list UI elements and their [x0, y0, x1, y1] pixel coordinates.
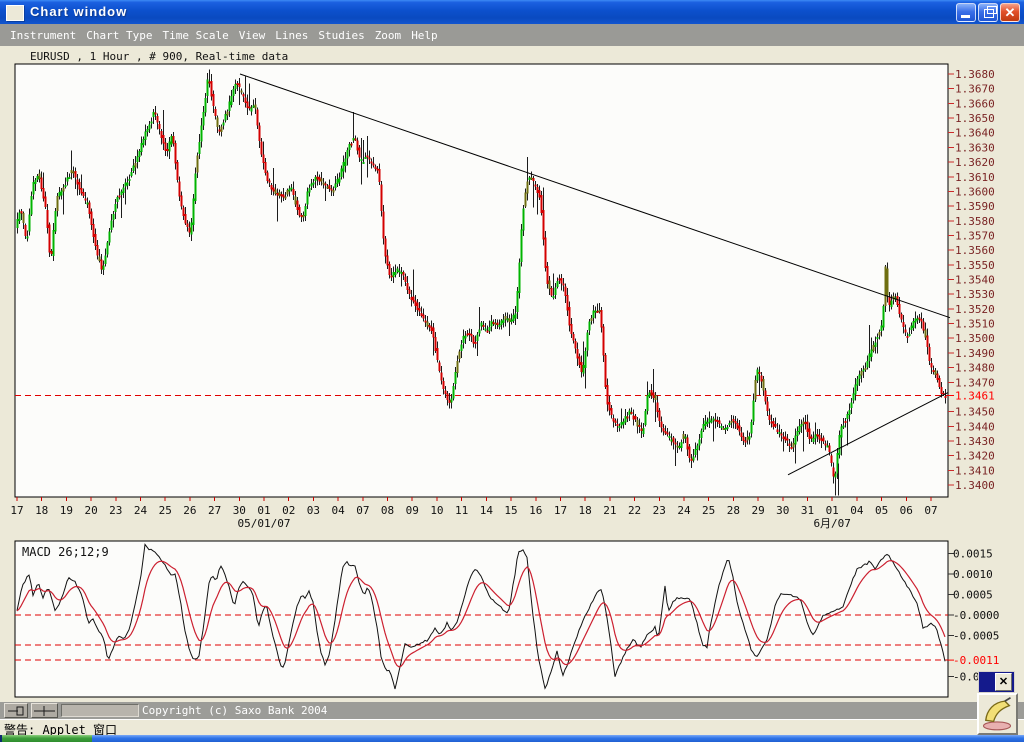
date-tick-label: 07 — [924, 504, 937, 517]
date-tick-label: 18 — [579, 504, 592, 517]
date-tick-label: 25 — [702, 504, 715, 517]
price-tick-label: 1.3510 — [955, 318, 995, 331]
date-tick-label: 19 — [60, 504, 73, 517]
macd-tick-label: -0.0000 — [953, 609, 999, 622]
date-tick-label: 25 — [159, 504, 172, 517]
date-tick-label: 24 — [134, 504, 148, 517]
scrollbar-track[interactable] — [61, 704, 139, 717]
date-tick-label: 26 — [183, 504, 196, 517]
date-tick-label: 23 — [109, 504, 122, 517]
scroll-row: Copyright (c) Saxo Bank 2004 — [0, 702, 1024, 719]
date-tick-label: 04 — [850, 504, 864, 517]
date-tick-label: 22 — [628, 504, 641, 517]
date-tick-label: 24 — [677, 504, 691, 517]
price-tick-label: 1.3450 — [955, 406, 995, 419]
price-tick-label: 1.3520 — [955, 303, 995, 316]
price-tick-label: 1.3570 — [955, 229, 995, 242]
date-tick-label: 11 — [455, 504, 468, 517]
price-tick-label: 1.3670 — [955, 83, 995, 96]
price-tick-label: 1.3540 — [955, 274, 995, 287]
macd-tick-label: 0.0015 — [953, 548, 993, 561]
price-tick-label: 1.3580 — [955, 215, 995, 228]
applet-close-button[interactable]: ✕ — [995, 673, 1012, 691]
date-tick-label: 05 — [875, 504, 888, 517]
price-tick-label: 1.3550 — [955, 259, 995, 272]
date-tick-label: 31 — [801, 504, 814, 517]
date-tick-label: 18 — [35, 504, 48, 517]
date-tick-label: 29 — [751, 504, 764, 517]
macd-tick-label: -0.0005 — [953, 630, 999, 643]
price-tick-label: 1.3630 — [955, 141, 995, 154]
price-tick-label: 1.3500 — [955, 332, 995, 345]
date-tick-label: 02 — [282, 504, 295, 517]
date-tick-label: 06 — [900, 504, 913, 517]
price-tick-label: 1.3440 — [955, 420, 995, 433]
taskbar-fragment — [92, 735, 1024, 742]
date-tick-label: 17 — [10, 504, 23, 517]
date-tick-label: 14 — [480, 504, 494, 517]
date-tick-label: 20 — [84, 504, 97, 517]
date-tick-label: 28 — [727, 504, 740, 517]
date-tick-label: 03 — [307, 504, 320, 517]
price-axis: 1.3680 1.36701.3660 1.3650 1.36401.3630 1.36… — [948, 68, 995, 492]
chart-canvas[interactable]: 1.3680 1.36701.3660 1.3650 1.36401.3630 1.36… — [0, 0, 1024, 742]
macd-study-label: MACD 26;12;9 — [22, 545, 109, 559]
period-label: 05/01/07 — [238, 517, 291, 530]
price-tick-label: 1.3600 — [955, 185, 995, 198]
period-label: 6月/07 — [813, 517, 851, 530]
price-tick-label: 1.3410 — [955, 464, 995, 477]
price-tick-label: 1.3560 — [955, 244, 995, 257]
date-tick-label: 15 — [504, 504, 517, 517]
price-tick-label: 1.3620 — [955, 156, 995, 169]
price-tick-label: 1.3420 — [955, 450, 995, 463]
date-axis: 17 18 19 20 23 24 25 26 27 30 01 02 03 04 07 08 09 10 11 14… — [10, 497, 938, 530]
date-tick-label: 01 — [257, 504, 270, 517]
macd-axis: 0.00150.00100.0005-0.0000-0.0005-0.0015-… — [948, 548, 999, 684]
copyright-label: Copyright (c) Saxo Bank 2004 — [142, 704, 328, 717]
status-bar: 警告: Applet 窗口 — [0, 719, 1024, 737]
macd-tick-label: 0.0010 — [953, 568, 993, 581]
date-tick-label: 16 — [529, 504, 542, 517]
hand-pen-icon — [982, 697, 1012, 731]
date-tick-label: 04 — [332, 504, 346, 517]
plus-line-icon — [34, 706, 55, 716]
taskbar-strip — [0, 735, 1024, 742]
price-tick-label: 1.3650 — [955, 112, 995, 125]
chart-shift-button[interactable] — [4, 703, 28, 718]
date-tick-label: 07 — [356, 504, 369, 517]
price-tick-label: 1.3590 — [955, 200, 995, 213]
date-tick-label: 30 — [233, 504, 246, 517]
price-tick-label: 1.3680 — [955, 68, 995, 81]
price-tick-label: 1.3660 — [955, 97, 995, 110]
chart-window: 1.3680 1.3670 1.3660 1.3650 1.3640 1.3630 1.36… — [0, 0, 1024, 742]
zoom-horizontal-button[interactable] — [31, 703, 58, 718]
date-tick-label: 23 — [653, 504, 666, 517]
price-tick-label: 1.3430 — [955, 435, 995, 448]
price-tick-label: 1.3610 — [955, 171, 995, 184]
price-tick-label: 1.3530 — [955, 288, 995, 301]
date-tick-label: 30 — [776, 504, 789, 517]
price-tick-label: 1.3490 — [955, 347, 995, 360]
start-button-fragment[interactable] — [2, 735, 92, 742]
date-tick-label: 09 — [406, 504, 419, 517]
current-price-label: 1.3461 — [955, 389, 995, 402]
shift-icon — [8, 706, 24, 716]
date-tick-label: 01 — [826, 504, 839, 517]
date-tick-label: 27 — [208, 504, 221, 517]
date-tick-label: 10 — [430, 504, 443, 517]
date-tick-label: 08 — [381, 504, 394, 517]
chart-panels — [14, 63, 949, 698]
macd-current-label: -0.0011 — [953, 654, 999, 667]
price-tick-label: 1.3480 — [955, 362, 995, 375]
price-tick-label: 1.3400 — [955, 479, 995, 492]
price-tick-label: 1.3640 — [955, 127, 995, 140]
macd-tick-label: 0.0005 — [953, 589, 993, 602]
price-tick-label: 1.3470 — [955, 376, 995, 389]
applet-icon-panel[interactable] — [977, 693, 1018, 735]
date-tick-label: 17 — [554, 504, 567, 517]
date-tick-label: 21 — [603, 504, 616, 517]
